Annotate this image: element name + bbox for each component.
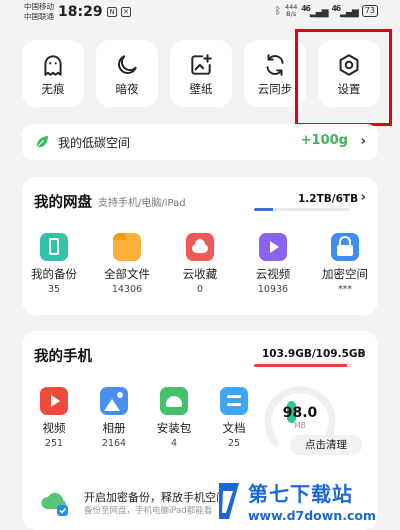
cloud-item-count: 0	[196, 284, 204, 295]
document-icon	[220, 387, 248, 415]
cleanup-unit: MB	[294, 421, 306, 430]
cleanup-score: 98.0	[282, 405, 318, 421]
quick-ghost-button[interactable]: 无痕	[22, 40, 84, 107]
phone-item-package[interactable]: 安装包 4	[144, 387, 204, 449]
cloud-usage[interactable]: 1.2TB/6TB	[298, 193, 358, 205]
cloud-favorite-icon	[186, 233, 214, 261]
leaf-icon	[36, 136, 48, 148]
quick-wallpaper-button[interactable]: 壁纸	[170, 40, 232, 107]
quick-night-label: 暗夜	[115, 82, 139, 96]
backup-description: 备份至网盘，手机电脑iPad都能看	[84, 506, 213, 516]
watermark-title: 第七下载站	[248, 482, 353, 506]
status-time: 18:29	[58, 4, 103, 20]
status-notification-icons: N ✕	[107, 7, 131, 17]
phone-item-document[interactable]: 文档 25	[204, 387, 264, 449]
phone-storage-bar	[254, 364, 352, 367]
cloud-item-label: 云视频	[255, 267, 291, 281]
chevron-right-icon[interactable]: ›	[361, 345, 366, 360]
watermark: 第七下载站 www.d7down.com	[210, 476, 400, 530]
phone-item-label: 相册	[102, 421, 126, 435]
cloud-item-favorite[interactable]: 云收藏 0	[170, 233, 230, 295]
watermark-logo-icon	[219, 483, 239, 519]
carrier-2: 中国联通	[24, 12, 54, 21]
cloud-video-icon	[259, 233, 287, 261]
cloud-item-label: 加密空间	[322, 267, 368, 281]
signal-1-label: 46	[301, 4, 310, 13]
video-icon	[40, 387, 68, 415]
ghost-icon	[44, 55, 62, 76]
settings-highlight-box	[295, 29, 392, 126]
cloud-usage-fill	[254, 208, 274, 211]
low-carbon-label: 我的低碳空间	[58, 136, 131, 150]
quick-wallpaper-label: 壁纸	[189, 82, 213, 96]
backup-title: 开启加密备份，释放手机空间	[84, 491, 227, 504]
cloud-drive-subtitle: 支持手机/电脑/iPad	[98, 198, 186, 209]
lock-icon	[331, 233, 359, 261]
cloud-drive-card: 我的网盘 支持手机/电脑/iPad 1.2TB/6TB › 我的备份 35 全部…	[22, 177, 378, 315]
cloud-shield-icon	[41, 492, 68, 516]
wallpaper-icon	[191, 54, 212, 75]
signal-icon-2: 46▂▄▆	[331, 4, 359, 18]
battery-icon: 73	[361, 5, 378, 17]
cloud-drive-title: 我的网盘	[34, 195, 92, 211]
network-speed: 444 B/s	[285, 4, 297, 18]
signal-icon-1: 46▂▄▆	[301, 4, 328, 18]
cleanup-button[interactable]: 点击清理	[290, 435, 362, 455]
phone-item-album[interactable]: 相册 2164	[84, 387, 144, 449]
nfc-icon: N	[107, 7, 117, 17]
speed-unit: B/s	[286, 10, 297, 18]
status-bar: 中国移动 中国联通 18:29 N ✕ ᛒ 444 B/s 46▂▄▆ 46▂▄…	[0, 0, 400, 30]
android-package-icon	[160, 387, 188, 415]
notification-icon: ✕	[121, 7, 131, 17]
cloud-item-backup[interactable]: 我的备份 35	[24, 233, 84, 295]
cloud-item-label: 云收藏	[182, 267, 218, 281]
quick-night-button[interactable]: 暗夜	[96, 40, 158, 107]
cloud-item-encrypted[interactable]: 加密空间 ***	[315, 233, 375, 295]
watermark-url: www.d7down.com	[248, 508, 376, 523]
moon-icon	[118, 55, 137, 74]
cloud-item-label: 我的备份	[31, 267, 77, 281]
cloud-sync-icon	[266, 54, 284, 76]
my-phone-title: 我的手机	[34, 349, 92, 365]
cloud-item-label: 全部文件	[104, 267, 150, 281]
cloud-item-count: 10936	[257, 284, 289, 295]
carrier-info: 中国移动 中国联通	[24, 2, 54, 22]
cloud-item-count: 35	[47, 284, 61, 295]
phone-item-count: 4	[170, 438, 178, 449]
low-carbon-row[interactable]: 我的低碳空间 +100g ›	[22, 124, 378, 160]
phone-item-label: 文档	[222, 421, 246, 435]
cloud-item-count: ***	[337, 284, 353, 295]
phone-item-count: 251	[44, 438, 64, 449]
low-carbon-points: +100g	[300, 133, 348, 148]
cloud-item-count: 14306	[111, 284, 143, 295]
folder-icon	[113, 233, 141, 261]
quick-ghost-label: 无痕	[41, 82, 65, 96]
phone-storage[interactable]: 103.9GB/109.5GB	[262, 348, 366, 360]
bluetooth-icon: ᛒ	[274, 5, 281, 17]
carrier-1: 中国移动	[24, 2, 54, 11]
phone-item-label: 视频	[42, 421, 66, 435]
photo-album-icon	[100, 387, 128, 415]
phone-item-label: 安装包	[156, 421, 192, 435]
cloud-item-video[interactable]: 云视频 10936	[243, 233, 303, 295]
phone-item-count: 2164	[101, 438, 127, 449]
phone-item-video[interactable]: 视频 251	[24, 387, 84, 449]
status-right-icons: ᛒ 444 B/s 46▂▄▆ 46▂▄▆ 73	[275, 4, 378, 18]
chevron-right-icon: ›	[360, 134, 366, 149]
chevron-right-icon[interactable]: ›	[361, 190, 366, 205]
signal-2-label: 46	[331, 4, 341, 13]
phone-item-count: 25	[227, 438, 241, 449]
cloud-item-all-files[interactable]: 全部文件 14306	[97, 233, 157, 295]
phone-storage-fill	[254, 364, 347, 367]
phone-backup-icon	[40, 233, 68, 261]
cloud-usage-bar	[254, 208, 350, 211]
